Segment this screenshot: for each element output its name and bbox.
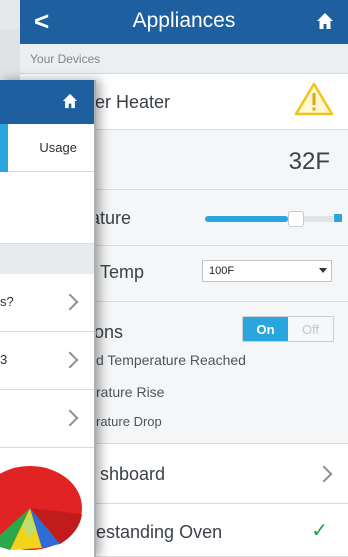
slider-label: ature bbox=[90, 208, 132, 228]
notifications-toggle[interactable]: On Off bbox=[242, 316, 334, 342]
page-title: Appliances bbox=[132, 9, 236, 32]
notification-item[interactable]: d Temperature Reached bbox=[96, 352, 246, 368]
chevron-right-icon bbox=[61, 351, 79, 369]
section-divider bbox=[0, 244, 94, 274]
usage-content-area bbox=[0, 172, 94, 244]
notification-item[interactable]: rature Rise bbox=[96, 384, 164, 400]
max-temp-select[interactable]: 100F bbox=[202, 260, 332, 282]
usage-pie-chart bbox=[0, 448, 94, 557]
warning-icon bbox=[294, 82, 334, 116]
home-icon[interactable] bbox=[316, 12, 334, 30]
usage-list-item[interactable]: 3 bbox=[0, 332, 94, 390]
background-strip bbox=[0, 0, 20, 30]
slider-handle[interactable] bbox=[288, 211, 304, 227]
section-label: Your Devices bbox=[20, 44, 348, 74]
device-label: ter Heater bbox=[90, 92, 171, 112]
slider-fill bbox=[205, 216, 288, 222]
app-header: < Appliances bbox=[20, 0, 348, 44]
max-temp-label: Temp bbox=[100, 262, 145, 282]
chevron-right-icon bbox=[61, 409, 79, 427]
oven-label: estanding Oven bbox=[96, 522, 223, 542]
chevron-down-icon bbox=[319, 268, 327, 273]
notification-item[interactable]: rature Drop bbox=[96, 414, 162, 429]
list-item-text: s? bbox=[0, 294, 14, 309]
usage-tabs: Usage bbox=[0, 124, 94, 172]
dashboard-label: shboard bbox=[100, 464, 166, 484]
usage-list-item[interactable] bbox=[0, 390, 94, 448]
usage-header bbox=[0, 80, 94, 124]
chevron-right-icon bbox=[61, 293, 79, 311]
chevron-right-icon bbox=[315, 465, 333, 483]
temperature-value: 32F bbox=[288, 148, 330, 175]
home-icon[interactable] bbox=[62, 93, 78, 109]
toggle-off[interactable]: Off bbox=[288, 317, 333, 341]
max-temp-value: 100F bbox=[209, 265, 235, 277]
checkmark-icon: ✓ bbox=[311, 520, 328, 542]
toggle-on[interactable]: On bbox=[243, 317, 288, 341]
tab-active[interactable] bbox=[0, 124, 8, 172]
list-item-text: 3 bbox=[0, 352, 8, 367]
usage-screen: Usage s? 3 bbox=[0, 80, 96, 557]
pie-chart-graphic bbox=[0, 466, 82, 550]
tab-usage[interactable]: Usage bbox=[39, 140, 77, 155]
usage-list-item[interactable]: s? bbox=[0, 274, 94, 332]
temperature-slider[interactable] bbox=[205, 211, 343, 227]
slider-end-marker bbox=[333, 213, 343, 223]
